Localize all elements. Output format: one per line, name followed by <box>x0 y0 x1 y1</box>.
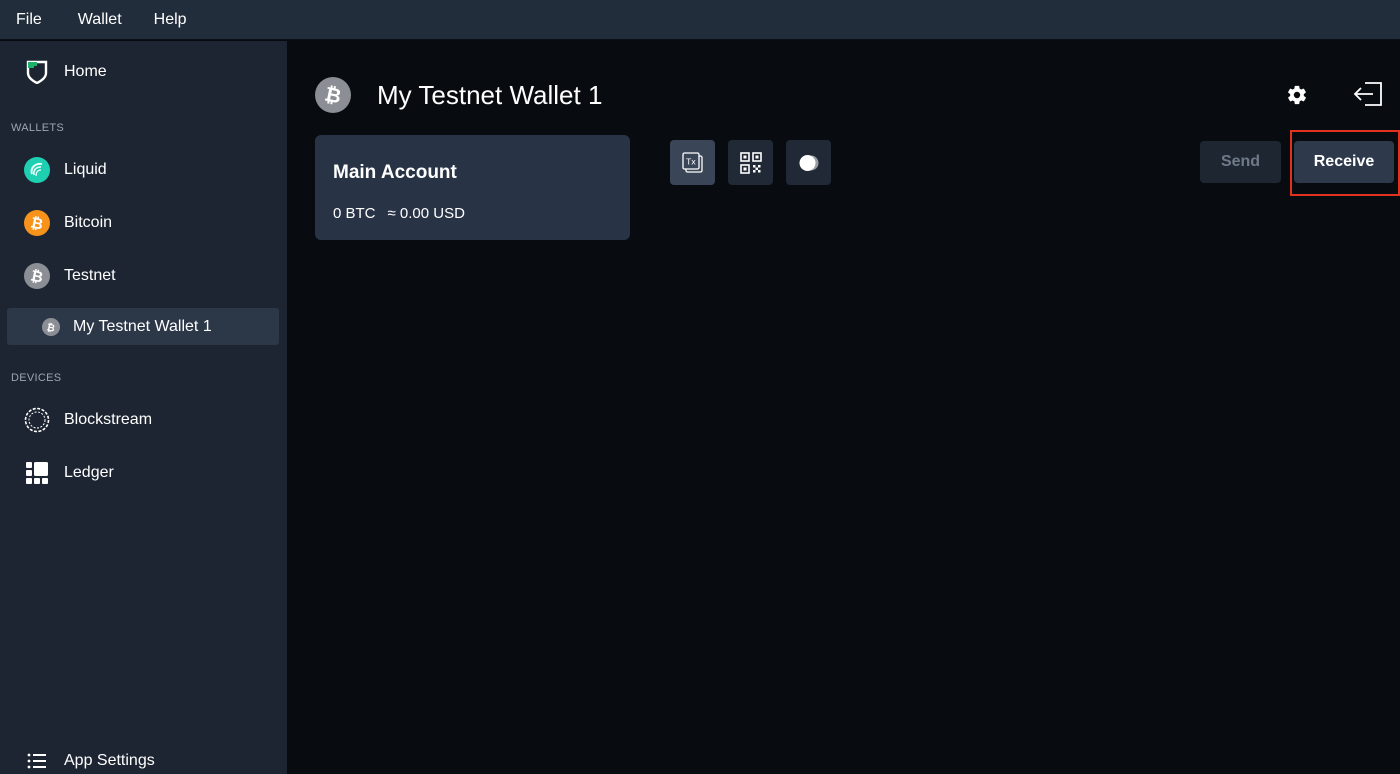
sidebar-item-blockstream[interactable]: Blockstream <box>24 403 152 437</box>
sidebar-item-label: Home <box>64 63 107 80</box>
sidebar-item-my-testnet-wallet-1[interactable]: ₿ My Testnet Wallet 1 <box>7 308 279 345</box>
account-card[interactable]: Main Account 0 BTC ≈ 0.00 USD <box>315 135 630 240</box>
balance-btc: 0 BTC <box>333 205 376 222</box>
logout-icon[interactable] <box>1353 81 1383 107</box>
sidebar-item-label: App Settings <box>64 752 155 769</box>
coins-button[interactable] <box>786 140 831 185</box>
list-icon <box>24 748 50 774</box>
transactions-icon: Tx <box>681 151 703 173</box>
blockstream-jade-icon <box>24 407 50 433</box>
sidebar: Home WALLETS Liquid ₿ Bitcoin ₿ Testnet … <box>0 41 287 774</box>
sidebar-item-ledger[interactable]: Ledger <box>24 456 114 490</box>
sidebar-item-testnet[interactable]: ₿ Testnet <box>24 259 116 293</box>
sidebar-item-bitcoin[interactable]: ₿ Bitcoin <box>24 206 112 240</box>
sidebar-item-label: Ledger <box>64 464 114 481</box>
testnet-coin-icon: ₿ <box>315 77 351 113</box>
main-panel: ₿ My Testnet Wallet 1 Main Account 0 BTC… <box>287 41 1400 774</box>
account-name: Main Account <box>333 162 457 183</box>
testnet-icon: ₿ <box>24 263 50 289</box>
receive-button[interactable]: Receive <box>1294 141 1394 183</box>
page-title: My Testnet Wallet 1 <box>377 79 603 110</box>
ledger-icon <box>24 460 50 486</box>
transactions-button[interactable]: Tx <box>670 140 715 185</box>
gear-icon[interactable] <box>1286 84 1308 106</box>
menu-file[interactable]: File <box>0 2 62 38</box>
menu-help[interactable]: Help <box>138 2 203 38</box>
liquid-icon <box>24 157 50 183</box>
bitcoin-icon: ₿ <box>24 210 50 236</box>
sidebar-item-app-settings[interactable]: App Settings <box>24 744 155 774</box>
balance-fiat: ≈ 0.00 USD <box>387 205 465 222</box>
sidebar-item-label: Testnet <box>64 267 116 284</box>
coins-icon <box>799 154 818 171</box>
sidebar-item-liquid[interactable]: Liquid <box>24 153 107 187</box>
sidebar-item-label: Bitcoin <box>64 214 113 231</box>
account-balance: 0 BTC ≈ 0.00 USD <box>333 205 465 222</box>
shield-logo-icon <box>24 59 50 85</box>
sidebar-item-label: Liquid <box>64 161 107 178</box>
wallet-header: ₿ My Testnet Wallet 1 <box>315 77 602 113</box>
send-button[interactable]: Send <box>1200 141 1281 183</box>
sidebar-item-label: My Testnet Wallet 1 <box>73 317 212 335</box>
qr-code-button[interactable] <box>728 140 773 185</box>
menu-bar: File Wallet Help <box>0 0 1400 40</box>
wallets-heading: WALLETS <box>11 122 65 134</box>
devices-heading: DEVICES <box>11 372 62 384</box>
qr-code-icon <box>739 151 762 174</box>
menu-wallet[interactable]: Wallet <box>62 2 138 38</box>
testnet-coin-icon: ₿ <box>41 317 61 337</box>
sidebar-item-home[interactable]: Home <box>24 55 107 89</box>
sidebar-item-label: Blockstream <box>64 411 153 428</box>
transactions-icon-label: Tx <box>685 157 696 166</box>
